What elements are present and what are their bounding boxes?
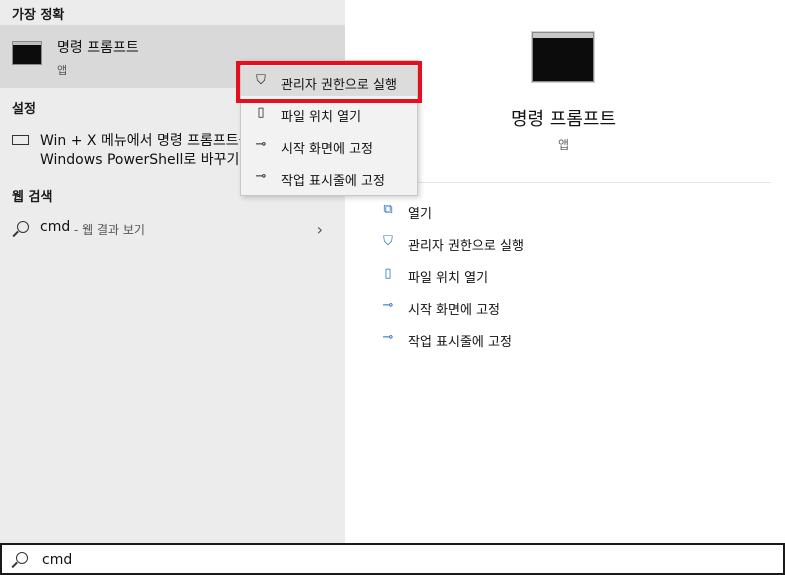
action-label: 관리자 권한으로 실행 xyxy=(408,239,524,254)
shield-icon: ⛉ xyxy=(383,234,393,249)
details-title: 명령 프롬프트 xyxy=(510,109,617,130)
search-icon xyxy=(16,552,28,564)
action-pin-to-taskbar[interactable]: ⊸ 작업 표시줄에 고정 xyxy=(376,327,756,353)
action-label: 파일 위치 열기 xyxy=(408,271,489,286)
context-label: 작업 표시줄에 고정 xyxy=(281,174,385,189)
web-search-item[interactable]: cmd - 웹 결과 보기 › xyxy=(0,213,345,243)
settings-item-line2: Windows PowerShell로 바꾸기 xyxy=(40,152,240,168)
section-web-search: 웹 검색 xyxy=(12,190,53,205)
pin-icon: ⊸ xyxy=(255,169,267,184)
search-icon xyxy=(17,221,29,233)
monitor-icon xyxy=(12,135,29,145)
context-pin-to-start[interactable]: ⊸ 시작 화면에 고정 xyxy=(241,130,417,160)
best-match-title: 명령 프롬프트 xyxy=(57,40,139,56)
action-run-as-admin[interactable]: ⛉ 관리자 권한으로 실행 xyxy=(376,231,756,257)
open-icon: ⧉ xyxy=(383,202,393,217)
action-open[interactable]: ⧉ 열기 xyxy=(376,199,756,225)
section-settings: 설정 xyxy=(12,102,36,117)
command-prompt-large-icon xyxy=(532,32,594,82)
file-location-icon: ▯ xyxy=(257,105,265,120)
pin-icon: ⊸ xyxy=(382,298,394,313)
search-input[interactable] xyxy=(40,551,644,569)
search-bar[interactable] xyxy=(0,543,785,575)
highlight-box xyxy=(236,61,422,103)
web-query: cmd xyxy=(40,219,71,235)
action-label: 열기 xyxy=(408,207,432,222)
divider xyxy=(356,182,771,183)
file-location-icon: ▯ xyxy=(384,266,392,281)
context-pin-to-taskbar[interactable]: ⊸ 작업 표시줄에 고정 xyxy=(241,162,417,192)
chevron-right-icon[interactable]: › xyxy=(317,220,323,239)
context-label: 시작 화면에 고정 xyxy=(281,142,373,157)
action-open-file-location[interactable]: ▯ 파일 위치 열기 xyxy=(376,263,756,289)
section-best-match: 가장 정확 xyxy=(12,8,65,23)
context-label: 파일 위치 열기 xyxy=(281,110,362,125)
settings-item-line1: Win + X 메뉴에서 명령 프롬프트를 xyxy=(40,133,245,149)
action-label: 작업 표시줄에 고정 xyxy=(408,335,512,350)
action-pin-to-start[interactable]: ⊸ 시작 화면에 고정 xyxy=(376,295,756,321)
command-prompt-icon xyxy=(12,41,42,65)
pin-icon: ⊸ xyxy=(255,137,267,152)
action-label: 시작 화면에 고정 xyxy=(408,303,500,318)
best-match-subtitle: 앱 xyxy=(57,64,68,77)
pin-icon: ⊸ xyxy=(382,330,394,345)
web-hint: - 웹 결과 보기 xyxy=(74,223,145,237)
details-subtitle: 앱 xyxy=(557,138,570,152)
